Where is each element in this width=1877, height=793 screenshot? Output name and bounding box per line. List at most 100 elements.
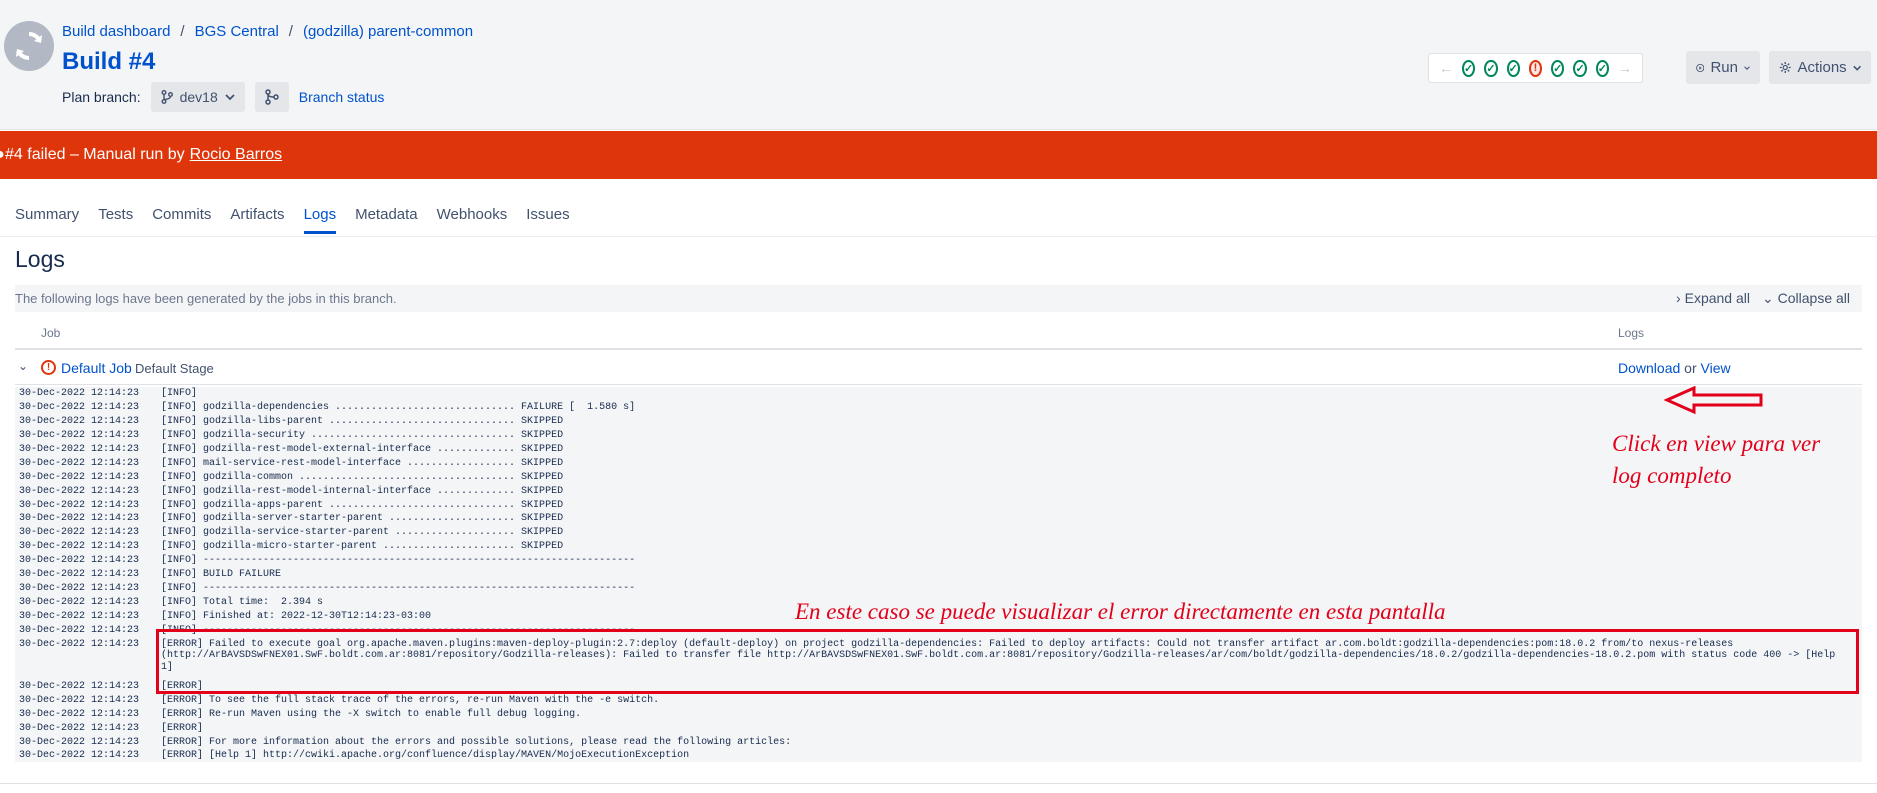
branch-icon [161, 90, 173, 104]
log-timestamp: 30-Dec-2022 12:14:23 [19, 527, 140, 539]
build-status-text: #4 failed – Manual run by [5, 146, 185, 163]
plan-avatar-icon [4, 21, 54, 71]
log-timestamp: 30-Dec-2022 12:14:23 [19, 569, 140, 581]
log-timestamp: 30-Dec-2022 12:14:23 [19, 388, 140, 399]
breadcrumb-build-dashboard[interactable]: Build dashboard [62, 23, 170, 40]
chevron-down-icon: ⌄ [1762, 290, 1774, 306]
log-timestamp: 30-Dec-2022 12:14:23 [19, 638, 140, 650]
history-failed-icon[interactable]: ! [1528, 59, 1543, 77]
collapse-all-label: Collapse all [1777, 290, 1850, 306]
log-line: 30-Dec-2022 12:14:23 [ERROR] Re-run Maven… [15, 708, 1862, 722]
log-timestamp: 30-Dec-2022 12:14:23 [19, 624, 140, 636]
build-log[interactable]: 30-Dec-2022 12:14:23 [INFO] 30-Dec-2022 12… [15, 387, 1862, 762]
log-line: 30-Dec-2022 12:14:23 [INFO] godzilla-depe… [15, 401, 1862, 415]
history-prev-icon[interactable]: ← [1439, 60, 1453, 76]
chevron-down-icon [1744, 65, 1750, 70]
history-success-icon[interactable]: ✓ [1506, 59, 1520, 77]
chevron-right-icon: › [1676, 290, 1681, 306]
log-line: 30-Dec-2022 12:14:23 [INFO] godzilla-serv… [15, 526, 1862, 540]
breadcrumb: Build dashboard / BGS Central / (godzill… [62, 23, 473, 40]
log-message: [INFO] godzilla-common .................… [161, 471, 564, 483]
log-message: [INFO] ---------------------------------… [161, 624, 636, 636]
run-button[interactable]: Run [1686, 51, 1760, 84]
log-message: [INFO] [161, 388, 198, 399]
log-line: 30-Dec-2022 12:14:23 [ERROR] [Help 1] htt… [15, 749, 1862, 763]
tab-webhooks[interactable]: Webhooks [437, 206, 508, 234]
download-log-link[interactable]: Download [1618, 360, 1680, 376]
log-line: 30-Dec-2022 12:14:23 [INFO] godzilla-apps… [15, 499, 1862, 513]
tab-issues[interactable]: Issues [526, 206, 569, 234]
log-message: [INFO] godzilla-micro-starter-parent ...… [161, 541, 564, 553]
history-success-icon[interactable]: ✓ [1573, 59, 1587, 77]
tab-artifacts[interactable]: Artifacts [230, 206, 284, 234]
tabs-divider [0, 236, 1877, 237]
create-branch-button[interactable] [254, 82, 289, 112]
history-success-icon[interactable]: ✓ [1595, 59, 1609, 77]
log-line: 30-Dec-2022 12:14:23 [INFO] godzilla-libs… [15, 415, 1862, 429]
run-button-label: Run [1710, 59, 1738, 76]
history-next-icon[interactable]: → [1618, 60, 1632, 76]
branch-select-value: dev18 [179, 89, 218, 105]
log-line: 30-Dec-2022 12:14:23 [INFO] BUILD FAILURE [15, 568, 1862, 582]
trigger-user-link[interactable]: Rocio Barros [190, 146, 282, 164]
log-timestamp: 30-Dec-2022 12:14:23 [19, 722, 140, 734]
log-line: 30-Dec-2022 12:14:23 [INFO] godzilla-rest… [15, 485, 1862, 499]
log-timestamp: 30-Dec-2022 12:14:23 [19, 415, 140, 427]
actions-button[interactable]: Actions [1769, 51, 1871, 84]
log-timestamp: 30-Dec-2022 12:14:23 [19, 555, 140, 567]
chevron-down-icon [1852, 65, 1861, 71]
branch-status-link[interactable]: Branch status [299, 89, 385, 105]
log-message: [INFO] Total time: 2.394 s [161, 597, 324, 609]
branch-select[interactable]: dev18 [150, 82, 245, 112]
history-success-icon[interactable]: ✓ [1462, 59, 1476, 77]
result-tabs: Summary Tests Commits Artifacts Logs Met… [15, 206, 570, 234]
chevron-down-icon [225, 94, 235, 101]
log-line: 30-Dec-2022 12:14:23 [INFO] godzilla-secu… [15, 429, 1862, 443]
log-line: 30-Dec-2022 12:14:23 [INFO] -------------… [15, 582, 1862, 596]
build-status-banner: ◑ #4 failed – Manual run by Rocio Barros [0, 131, 1877, 179]
log-message: [ERROR] [161, 722, 204, 734]
log-message: [INFO] BUILD FAILURE [161, 569, 282, 581]
log-timestamp: 30-Dec-2022 12:14:23 [19, 597, 140, 609]
log-line: 30-Dec-2022 12:14:23 [ERROR] Failed to ex… [15, 638, 1862, 680]
log-line: 30-Dec-2022 12:14:23 [INFO] godzilla-serv… [15, 512, 1862, 526]
history-success-icon[interactable]: ✓ [1484, 59, 1498, 77]
expand-all-label: Expand all [1684, 290, 1750, 306]
log-message: [INFO] godzilla-server-starter-parent ..… [161, 513, 564, 525]
expand-all-button[interactable]: › Expand all [1676, 290, 1750, 307]
log-line: 30-Dec-2022 12:14:23 [INFO] godzilla-comm… [15, 471, 1862, 485]
log-line: 30-Dec-2022 12:14:23 [INFO] godzilla-rest… [15, 443, 1862, 457]
log-message: [INFO] godzilla-rest-model-external-inte… [161, 443, 564, 455]
log-links: Download or View [1618, 360, 1731, 376]
or-label: or [1684, 360, 1697, 376]
gear-icon [1779, 62, 1791, 73]
log-message: [ERROR] [161, 680, 204, 692]
log-timestamp: 30-Dec-2022 12:14:23 [19, 401, 140, 413]
log-timestamp: 30-Dec-2022 12:14:23 [19, 694, 140, 706]
log-line: 30-Dec-2022 12:14:23 [INFO] -------------… [15, 554, 1862, 568]
collapse-all-button[interactable]: ⌄ Collapse all [1762, 290, 1850, 307]
view-log-link[interactable]: View [1701, 360, 1731, 376]
history-success-icon[interactable]: ✓ [1551, 59, 1565, 77]
log-line: 30-Dec-2022 12:14:23 [ERROR] [15, 680, 1862, 694]
tab-logs[interactable]: Logs [303, 206, 337, 234]
log-line: 30-Dec-2022 12:14:23 [ERROR] To see the f… [15, 694, 1862, 708]
tab-metadata[interactable]: Metadata [355, 206, 418, 234]
breadcrumb-separator: / [288, 23, 293, 40]
log-line: 30-Dec-2022 12:14:23 [INFO] godzilla-micr… [15, 540, 1862, 554]
tab-summary[interactable]: Summary [15, 206, 79, 234]
tab-tests[interactable]: Tests [98, 206, 133, 234]
breadcrumb-plan[interactable]: (godzilla) parent-common [303, 23, 473, 40]
log-message: [ERROR] [Help 1] http://cwiki.apache.org… [161, 750, 690, 762]
collapse-row-icon[interactable]: ⌄ [18, 359, 28, 373]
build-history: ← ✓ ✓ ✓ ! ✓ ✓ ✓ → [1428, 53, 1643, 83]
table-row: ⌄ ! Default Job Default Stage Download o… [15, 352, 1862, 385]
job-failed-icon: ! [41, 360, 56, 375]
log-message: [INFO] godzilla-security ...............… [161, 429, 564, 441]
tab-commits[interactable]: Commits [152, 206, 211, 234]
logs-description: The following logs have been generated b… [15, 291, 397, 306]
logs-description-bar: The following logs have been generated b… [15, 285, 1862, 312]
breadcrumb-project[interactable]: BGS Central [195, 23, 279, 40]
plan-branch-label: Plan branch: [62, 89, 141, 105]
job-name-link[interactable]: Default Job [61, 360, 132, 376]
